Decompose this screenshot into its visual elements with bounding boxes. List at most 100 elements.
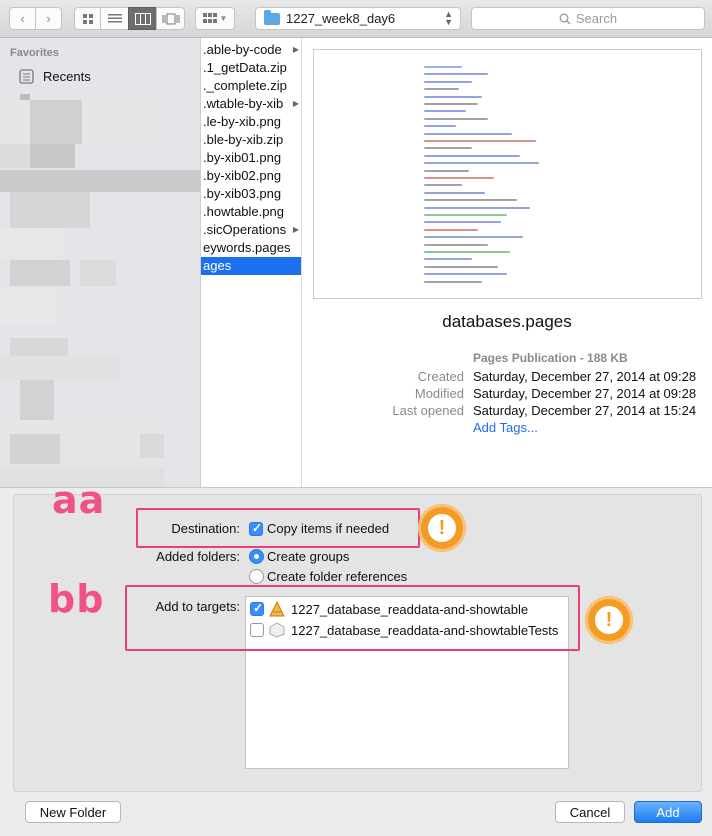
annotation-aa: aa (52, 478, 106, 522)
updown-chevron-icon: ▲ ▼ (444, 9, 453, 27)
thumbnail-text-line (424, 191, 485, 194)
file-row[interactable]: .wtable-by-xib ▶ (201, 95, 301, 113)
new-folder-button[interactable]: New Folder (25, 801, 121, 823)
disclosure-arrow-icon: ▶ (292, 99, 299, 108)
file-row[interactable]: .1_getData.zip (201, 59, 301, 77)
thumbnail-text-line (424, 199, 517, 202)
file-name: .wtable-by-xib (203, 96, 284, 111)
file-row[interactable]: .by-xib01.png (201, 149, 301, 167)
thumbnail-text-line (424, 273, 508, 276)
coverflow-icon (162, 13, 179, 24)
file-row[interactable]: .sicOperations ▶ (201, 221, 301, 239)
thumbnail-text-line (424, 103, 479, 105)
thumbnail-text-line (424, 184, 463, 187)
thumbnail-text-line (424, 206, 530, 209)
coverflow-view-button[interactable] (156, 7, 185, 30)
arrange-grid-icon (202, 13, 217, 23)
sidebar-item-label: Recents (43, 69, 91, 84)
disclosure-arrow-icon: ▶ (292, 225, 299, 234)
file-row[interactable]: eywords.pages (201, 239, 301, 257)
chevron-left-icon: ‹ (20, 11, 25, 26)
added-folders-label: Added folders: (156, 549, 240, 564)
thumbnail-text-line (424, 228, 479, 231)
file-name: .by-xib02.png (203, 168, 282, 183)
file-name: eywords.pages (203, 240, 291, 255)
file-row[interactable]: .by-xib02.png (201, 167, 301, 185)
forward-button[interactable]: › (35, 7, 62, 30)
thumbnail-text-line (424, 214, 508, 216)
annotation-bb: bb (48, 577, 105, 621)
file-name: ._complete.zip (203, 78, 287, 93)
file-row[interactable]: .le-by-xib.png (201, 113, 301, 131)
file-name: .by-xib01.png (203, 150, 282, 165)
file-row[interactable]: .howtable.png (201, 203, 301, 221)
warning-icon: ! (418, 504, 466, 552)
create-groups-label: Create groups (267, 549, 350, 564)
sidebar: Favorites Recents (0, 38, 201, 487)
thumbnail-text-line (424, 110, 466, 113)
back-button[interactable]: ‹ (9, 7, 36, 30)
arrange-button[interactable]: ▼ (195, 7, 235, 30)
preview-filename: databases.pages (442, 312, 572, 331)
thumbnail-text-line (424, 66, 463, 68)
preview-kind: Pages Publication - 188 KB (473, 351, 628, 365)
file-name: .able-by-code (203, 42, 282, 57)
toolbar: ‹ › ▼ 1227_week8_day6 ▲ ▼ Search (0, 0, 712, 38)
search-placeholder: Search (575, 11, 618, 26)
icon-view-button[interactable] (74, 7, 101, 30)
search-field[interactable]: Search (471, 7, 705, 30)
warning-icon: ! (585, 596, 633, 644)
thumbnail-text-line (424, 80, 472, 83)
path-popup[interactable]: 1227_week8_day6 ▲ ▼ (255, 7, 461, 30)
file-column: .able-by-code ▶ .1_getData.zip ._complete.z… (201, 38, 302, 487)
annotation-box-destination (136, 508, 420, 548)
cancel-button[interactable]: Cancel (555, 801, 625, 823)
file-name: ages (203, 258, 232, 273)
thumbnail-text-line (424, 132, 512, 135)
thumbnail-text-line (424, 147, 472, 150)
create-folder-references-radio[interactable] (249, 569, 264, 584)
thumbnail-text-line (424, 243, 488, 246)
thumbnail-text-line (424, 117, 488, 120)
modified-label: Modified (414, 386, 464, 401)
search-icon (559, 13, 571, 25)
folder-icon (264, 9, 280, 25)
chevron-down-icon: ▼ (219, 14, 228, 23)
path-label: 1227_week8_day6 (286, 11, 396, 26)
disclosure-arrow-icon: ▶ (292, 45, 299, 54)
file-row[interactable]: ages (201, 257, 301, 275)
file-row[interactable]: .ble-by-xib.zip (201, 131, 301, 149)
file-name: .le-by-xib.png (203, 114, 282, 129)
thumbnail-text-line (424, 236, 524, 239)
thumbnail-text-line (424, 221, 501, 224)
file-name: .sicOperations (203, 222, 287, 237)
list-icon (107, 14, 122, 23)
modified-value: Saturday, December 27, 2014 at 09:28 (473, 386, 697, 401)
chevron-right-icon: › (46, 11, 51, 26)
file-name: .howtable.png (203, 204, 284, 219)
thumbnail-text-line (424, 258, 472, 261)
favorites-header: Favorites (10, 47, 59, 59)
file-name: .ble-by-xib.zip (203, 132, 284, 147)
last-opened-label: Last opened (392, 403, 464, 418)
thumbnail-text-line (424, 88, 460, 91)
file-row[interactable]: ._complete.zip (201, 77, 301, 95)
file-row[interactable]: .able-by-code ▶ (201, 41, 301, 59)
thumbnail-text-line (424, 73, 488, 76)
created-value: Saturday, December 27, 2014 at 09:28 (473, 369, 697, 384)
thumbnail-text-line (424, 177, 495, 179)
list-view-button[interactable] (100, 7, 129, 30)
thumbnail-text-line (424, 251, 511, 253)
file-row[interactable]: .by-xib03.png (201, 185, 301, 203)
add-tags-link[interactable]: Add Tags... (473, 420, 538, 435)
columns-icon (134, 12, 151, 25)
sidebar-item-recents[interactable]: Recents (0, 66, 200, 88)
thumbnail-text-line (424, 169, 469, 172)
thumbnail-text-line (424, 95, 482, 98)
nav-buttons: ‹ › (9, 7, 62, 30)
annotation-box-targets (125, 585, 580, 651)
thumbnail-text-line (424, 154, 520, 157)
add-button[interactable]: Add (634, 801, 702, 823)
create-groups-radio[interactable] (249, 549, 264, 564)
column-view-button[interactable] (128, 7, 157, 30)
